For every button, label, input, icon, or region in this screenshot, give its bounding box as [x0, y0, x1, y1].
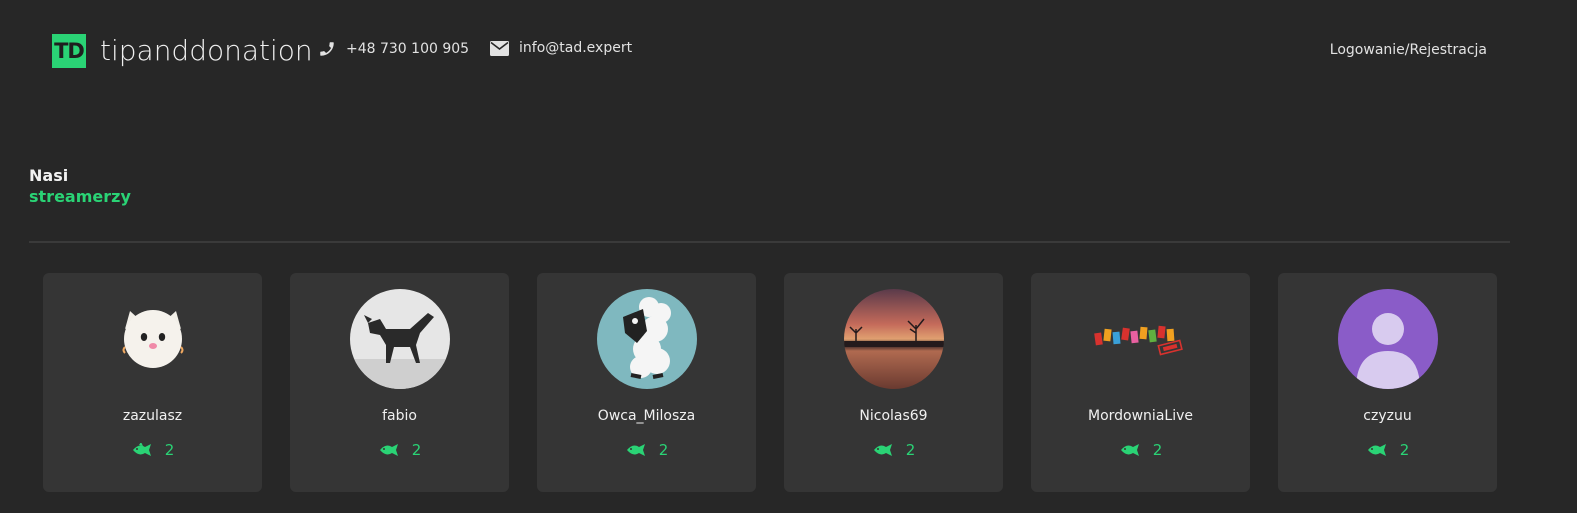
streamer-count: 2 — [1031, 441, 1250, 459]
phone-icon — [320, 42, 334, 56]
streamer-avatar — [597, 289, 697, 389]
streamer-card[interactable]: Owca_Milosza 2 — [537, 273, 756, 492]
streamer-avatar — [350, 289, 450, 389]
fish-icon — [1367, 444, 1386, 456]
section-title-line2: streamerzy — [29, 187, 131, 206]
streamer-name: fabio — [382, 408, 417, 424]
streamer-name: czyzuu — [1363, 408, 1412, 424]
fish-icon — [626, 444, 645, 456]
streamer-card[interactable]: Nicolas69 2 — [784, 273, 1003, 492]
login-register-link[interactable]: Logowanie/Rejestracja — [1330, 42, 1487, 58]
streamer-card[interactable]: fabio 2 — [290, 273, 509, 492]
logo-text: tipanddonation — [100, 34, 313, 67]
streamer-avatar — [844, 289, 944, 389]
phone-number: +48 730 100 905 — [346, 41, 470, 57]
cat-avatar-icon — [122, 310, 184, 368]
site-header: TD tipanddonation +48 730 100 905 info@t… — [0, 0, 1577, 100]
streamer-card[interactable]: zazulasz 2 — [43, 273, 262, 492]
streamer-avatar — [103, 289, 203, 389]
count-value: 2 — [164, 441, 175, 459]
email-address: info@tad.expert — [519, 40, 633, 56]
streamer-name: Nicolas69 — [859, 408, 928, 424]
donkey-photo-avatar — [350, 289, 450, 389]
phone-link[interactable]: +48 730 100 905 — [318, 40, 469, 58]
streamer-name: MordowniaLive — [1088, 408, 1193, 424]
sheep-avatar-icon — [597, 289, 697, 389]
streamer-name: Owca_Milosza — [597, 408, 696, 424]
streamer-count: 2 — [1278, 441, 1497, 459]
streamer-card[interactable]: czyzuu 2 — [1278, 273, 1497, 492]
section-title-line1: Nasi — [29, 166, 69, 185]
count-value: 2 — [411, 441, 422, 459]
streamer-count: 2 — [43, 441, 262, 459]
section-divider — [29, 241, 1510, 243]
streamer-list: zazulasz 2 fabio 2 Owca_Milosza 2 Nicola… — [43, 273, 1497, 492]
logo-badge: TD — [52, 34, 86, 68]
fish-icon — [379, 444, 398, 456]
count-value: 2 — [658, 441, 669, 459]
mordownia-logo-avatar — [1094, 325, 1183, 356]
email-link[interactable]: info@tad.expert — [490, 40, 632, 56]
streamer-count: 2 — [290, 441, 509, 459]
fish-icon — [132, 443, 151, 456]
streamer-card[interactable]: MordowniaLive 2 — [1031, 273, 1250, 492]
count-value: 2 — [1399, 441, 1410, 459]
count-value: 2 — [905, 441, 916, 459]
fish-icon — [1120, 444, 1139, 456]
envelope-icon — [490, 40, 509, 56]
streamer-avatar — [1338, 289, 1438, 389]
section-title: Nasi streamerzy — [29, 165, 131, 207]
streamer-avatar — [1091, 289, 1191, 389]
site-logo[interactable]: TD tipanddonation — [52, 34, 313, 68]
sunset-photo-avatar — [844, 289, 944, 389]
count-value: 2 — [1152, 441, 1163, 459]
default-user-avatar-icon — [1338, 289, 1438, 389]
fish-icon — [873, 444, 892, 456]
streamer-name: zazulasz — [122, 408, 183, 424]
streamer-count: 2 — [784, 441, 1003, 459]
streamer-count: 2 — [537, 441, 756, 459]
